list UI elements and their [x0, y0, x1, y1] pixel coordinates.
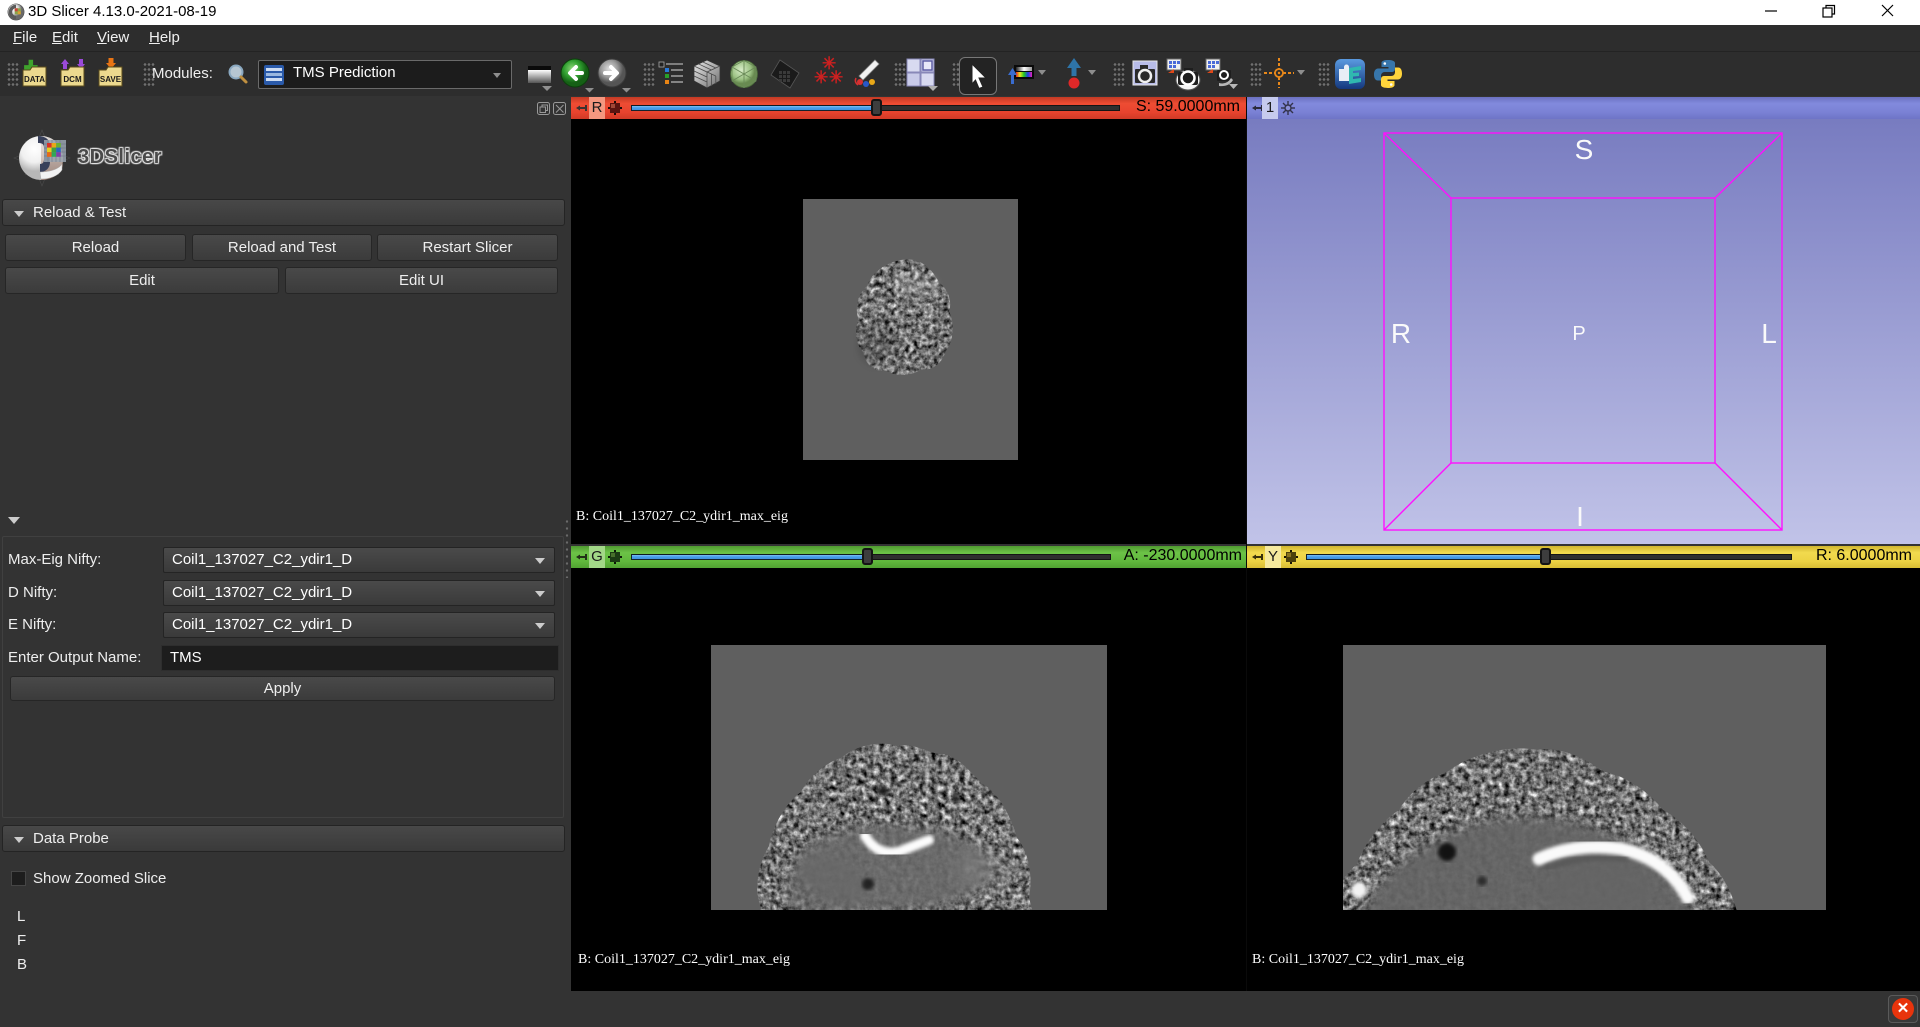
svg-text:P: P	[1572, 323, 1585, 345]
svg-text:R: R	[1391, 318, 1411, 349]
svg-text:I: I	[1576, 501, 1584, 532]
svg-text:SAVE: SAVE	[100, 75, 122, 84]
svg-text:L: L	[1761, 318, 1777, 349]
svg-text:DCM: DCM	[63, 75, 82, 84]
svg-text:S: S	[1575, 134, 1594, 165]
svg-text:DATA: DATA	[24, 75, 45, 84]
